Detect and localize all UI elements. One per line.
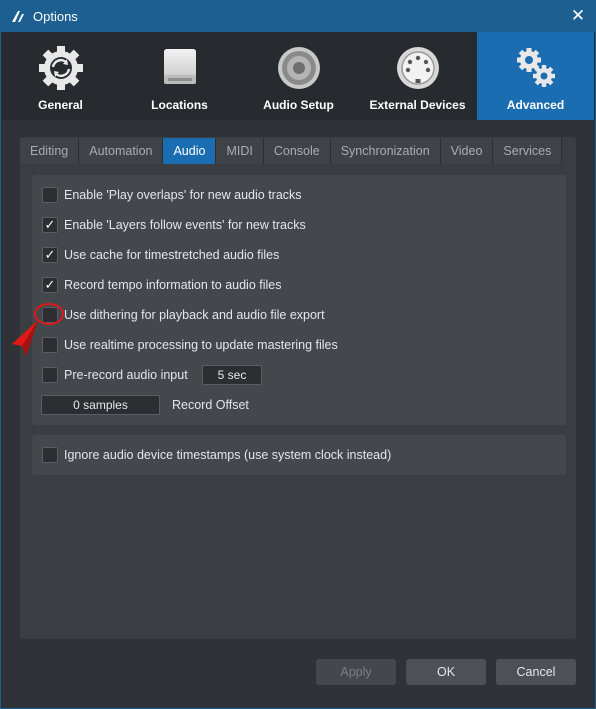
checkbox[interactable]: ✓ — [42, 247, 58, 263]
tab-services[interactable]: Services — [493, 138, 563, 164]
cancel-button[interactable]: Cancel — [496, 659, 576, 685]
tab-synchronization[interactable]: Synchronization — [330, 138, 441, 164]
pre-record-time-input[interactable]: 5 sec — [202, 365, 262, 385]
option-ignore-timestamps[interactable]: Ignore audio device timestamps (use syst… — [42, 446, 391, 464]
annotation-arrow-icon — [12, 320, 38, 356]
option-label: Ignore audio device timestamps (use syst… — [64, 448, 392, 462]
option-label: Use dithering for playback and audio fil… — [64, 308, 325, 322]
tab-bar: Editing Automation Audio MIDI Console Sy… — [20, 138, 563, 164]
category-label: General — [38, 98, 83, 112]
category-locations[interactable]: Locations — [120, 32, 239, 120]
tab-editing[interactable]: Editing — [20, 138, 80, 164]
checkbox[interactable] — [42, 447, 58, 463]
apply-button[interactable]: Apply — [316, 659, 396, 685]
checkbox[interactable] — [42, 187, 58, 203]
tab-midi[interactable]: MIDI — [216, 138, 264, 164]
option-label: Enable 'Play overlaps' for new audio tra… — [64, 188, 302, 202]
checkbox[interactable]: ✓ — [42, 217, 58, 233]
option-label: Use cache for timestretched audio files — [64, 248, 280, 262]
category-external-devices[interactable]: External Devices — [358, 32, 477, 120]
category-general[interactable]: General — [1, 32, 120, 120]
tab-audio[interactable]: Audio — [163, 138, 217, 164]
checkbox[interactable]: ✓ — [42, 277, 58, 293]
refresh-gear-icon — [38, 46, 83, 90]
gears-icon — [516, 48, 555, 87]
record-offset-label: Record Offset — [172, 398, 249, 412]
option-pre-record[interactable]: Pre-record audio input — [42, 366, 188, 384]
speaker-icon — [277, 47, 320, 89]
tab-automation[interactable]: Automation — [79, 138, 164, 164]
window-title: Options — [33, 9, 78, 24]
tab-video[interactable]: Video — [440, 138, 494, 164]
tab-console[interactable]: Console — [263, 138, 331, 164]
midi-connector-icon — [396, 47, 439, 89]
category-bar: General Locations Audio Setup External D… — [1, 32, 595, 120]
option-realtime-processing[interactable]: Use realtime processing to update master… — [42, 336, 338, 354]
option-label: Pre-record audio input — [64, 368, 188, 382]
checkbox[interactable] — [42, 337, 58, 353]
title-bar[interactable]: Options ✕ — [1, 1, 595, 32]
category-label: External Devices — [369, 98, 466, 112]
category-label: Locations — [151, 98, 208, 112]
ok-button[interactable]: OK — [406, 659, 486, 685]
app-logo-icon — [9, 8, 27, 26]
option-label: Use realtime processing to update master… — [64, 338, 338, 352]
checkbox[interactable] — [42, 367, 58, 383]
category-advanced[interactable]: Advanced — [477, 32, 594, 120]
category-label: Advanced — [506, 98, 565, 112]
option-use-cache[interactable]: ✓ Use cache for timestretched audio file… — [42, 246, 279, 264]
drive-icon — [163, 49, 196, 84]
option-record-tempo[interactable]: ✓ Record tempo information to audio file… — [42, 276, 281, 294]
close-button[interactable]: ✕ — [567, 6, 589, 26]
category-audio-setup[interactable]: Audio Setup — [239, 32, 358, 120]
option-label: Record tempo information to audio files — [64, 278, 282, 292]
category-label: Audio Setup — [263, 98, 334, 112]
option-use-dithering[interactable]: Use dithering for playback and audio fil… — [42, 306, 325, 324]
record-offset-input[interactable]: 0 samples — [41, 395, 160, 415]
audio-options-group — [32, 175, 566, 425]
option-layers-follow-events[interactable]: ✓ Enable 'Layers follow events' for new … — [42, 216, 306, 234]
option-play-overlaps[interactable]: Enable 'Play overlaps' for new audio tra… — [42, 186, 302, 204]
option-label: Enable 'Layers follow events' for new tr… — [64, 218, 306, 232]
